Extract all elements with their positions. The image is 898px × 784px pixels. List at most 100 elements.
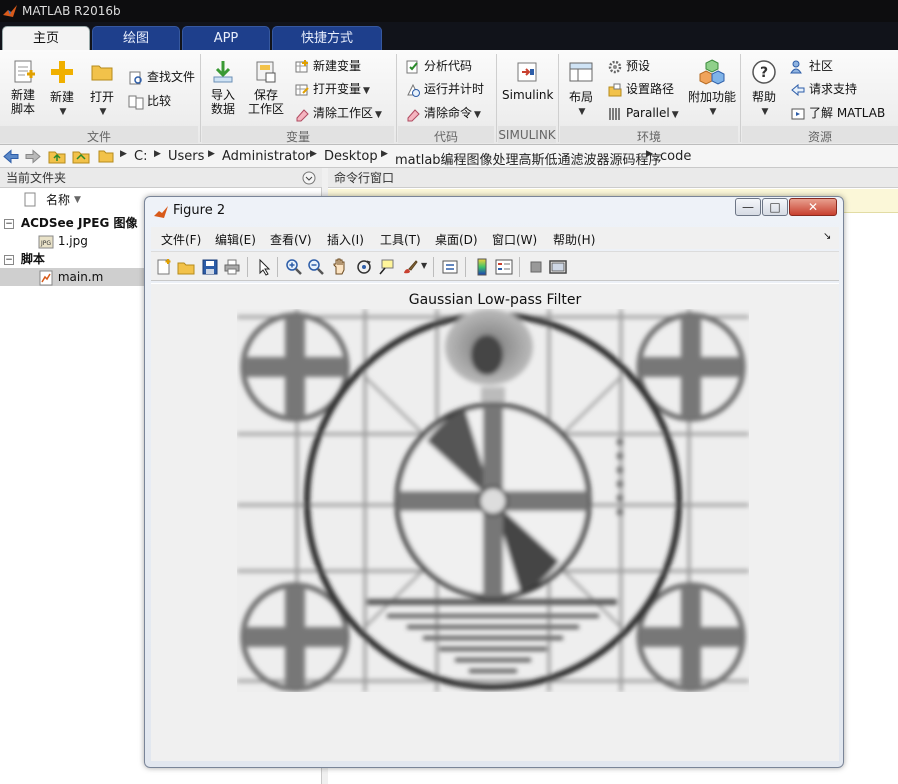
import-data-icon bbox=[213, 61, 233, 83]
tab-apps[interactable]: APP bbox=[182, 26, 270, 50]
community-button[interactable]: 社区 bbox=[790, 56, 833, 76]
forward-arrow-icon[interactable] bbox=[24, 149, 42, 164]
collapse-icon[interactable]: − bbox=[4, 218, 14, 229]
breadcrumb-arrow-icon[interactable]: ▶ bbox=[154, 149, 161, 159]
help-question-icon: ? bbox=[752, 60, 776, 84]
menu-edit[interactable]: 编辑(E) bbox=[215, 231, 256, 248]
window-title: MATLAB R2016b bbox=[22, 4, 121, 18]
print-icon[interactable] bbox=[223, 258, 241, 276]
save-workspace-button[interactable]: 保存 工作区 bbox=[246, 58, 286, 116]
menu-desktop[interactable]: 桌面(D) bbox=[435, 231, 478, 248]
axes-title: Gaussian Low-pass Filter bbox=[408, 292, 582, 308]
new-button[interactable]: 新建 ▼ bbox=[46, 58, 78, 117]
analyze-code-button[interactable]: 分析代码 bbox=[405, 56, 472, 76]
rotate-3d-icon[interactable] bbox=[355, 258, 373, 276]
new-variable-button[interactable]: 新建变量 bbox=[294, 56, 361, 76]
m-file-icon bbox=[39, 270, 53, 285]
breadcrumb-desktop[interactable]: Desktop bbox=[324, 149, 378, 164]
parallel-button[interactable]: Parallel ▼ bbox=[607, 103, 679, 123]
tab-home[interactable]: 主页 bbox=[2, 26, 90, 50]
link-plot-icon[interactable] bbox=[441, 258, 459, 276]
menu-tools[interactable]: 工具(T) bbox=[380, 231, 421, 248]
breadcrumb-arrow-icon[interactable]: ▶ bbox=[120, 149, 127, 159]
breadcrumb-arrow-icon[interactable]: ▶ bbox=[381, 149, 388, 159]
up-folder-icon[interactable] bbox=[48, 148, 66, 164]
tab-plots[interactable]: 绘图 bbox=[92, 26, 180, 50]
parallel-dropdown-icon[interactable]: ▼ bbox=[672, 110, 679, 120]
hide-plot-tools-icon[interactable] bbox=[527, 258, 545, 276]
help-dropdown-icon[interactable]: ▼ bbox=[750, 107, 780, 117]
brush-dropdown-icon[interactable]: ▼ bbox=[421, 261, 427, 270]
clear-commands-dropdown-icon[interactable]: ▼ bbox=[474, 110, 481, 120]
breadcrumb-users[interactable]: Users bbox=[168, 149, 204, 164]
data-cursor-icon[interactable] bbox=[377, 258, 395, 276]
close-button[interactable]: ✕ bbox=[789, 198, 837, 216]
breadcrumb-c[interactable]: C: bbox=[134, 149, 147, 164]
group-scripts[interactable]: − 脚本 bbox=[4, 250, 45, 268]
back-arrow-icon[interactable] bbox=[2, 149, 20, 164]
compare-button[interactable]: 比较 bbox=[128, 91, 171, 111]
zoom-in-icon[interactable] bbox=[285, 258, 303, 276]
menu-window[interactable]: 窗口(W) bbox=[492, 231, 537, 248]
menu-dock-arrow-icon[interactable]: ↘ bbox=[823, 231, 831, 242]
new-script-button[interactable]: 新建 脚本 bbox=[6, 58, 40, 116]
insert-legend-icon[interactable] bbox=[495, 258, 513, 276]
collapse-icon[interactable]: − bbox=[4, 254, 14, 265]
clear-workspace-dropdown-icon[interactable]: ▼ bbox=[375, 110, 382, 120]
open-file-icon[interactable] bbox=[177, 258, 195, 276]
breadcrumb-administrator[interactable]: Administrator bbox=[222, 149, 311, 164]
tab-shortcuts[interactable]: 快捷方式 bbox=[272, 26, 382, 50]
learn-matlab-button[interactable]: 了解 MATLAB bbox=[790, 103, 885, 123]
preferences-button[interactable]: 预设 bbox=[607, 56, 650, 76]
import-data-button[interactable]: 导入 数据 bbox=[206, 58, 240, 116]
find-files-button[interactable]: 查找文件 bbox=[128, 67, 195, 87]
command-window-title: 命令行窗口 bbox=[334, 171, 395, 185]
maximize-button[interactable]: □ bbox=[762, 198, 788, 216]
minimize-button[interactable]: — bbox=[735, 198, 761, 216]
file-item-mainm[interactable]: main.m bbox=[0, 268, 150, 286]
breadcrumb-code[interactable]: code bbox=[660, 149, 691, 164]
file-item-1jpg[interactable]: JPG 1.jpg bbox=[38, 232, 88, 250]
set-path-button[interactable]: 设置路径 bbox=[607, 79, 674, 99]
zoom-out-icon[interactable] bbox=[307, 258, 325, 276]
new-variable-label: 新建变量 bbox=[313, 59, 362, 73]
breadcrumb-arrow-icon[interactable]: ▶ bbox=[208, 149, 215, 159]
edit-plot-pointer-icon[interactable] bbox=[255, 258, 273, 276]
show-plot-tools-icon[interactable] bbox=[549, 258, 567, 276]
figure-canvas[interactable]: Gaussian Low-pass Filter bbox=[151, 283, 839, 761]
open-variable-dropdown-icon[interactable]: ▼ bbox=[363, 86, 370, 96]
open-button[interactable]: 打开 ▼ bbox=[86, 58, 118, 117]
group-jpeg-images[interactable]: − ACDSee JPEG 图像 bbox=[4, 214, 137, 232]
request-support-button[interactable]: 请求支持 bbox=[790, 79, 857, 99]
browse-folder-icon[interactable] bbox=[72, 148, 90, 164]
clear-commands-button[interactable]: 清除命令 ▼ bbox=[405, 103, 481, 123]
addons-dropdown-icon[interactable]: ▼ bbox=[690, 107, 736, 117]
open-variable-button[interactable]: 打开变量 ▼ bbox=[294, 79, 370, 99]
breadcrumb-arrow-icon[interactable]: ▶ bbox=[310, 149, 317, 159]
open-dropdown-icon[interactable]: ▼ bbox=[88, 107, 118, 117]
clear-workspace-button[interactable]: 清除工作区 ▼ bbox=[294, 103, 382, 123]
menu-help[interactable]: 帮助(H) bbox=[553, 231, 595, 248]
new-dropdown-icon[interactable]: ▼ bbox=[48, 107, 78, 117]
help-button[interactable]: ? 帮助 ▼ bbox=[748, 58, 780, 117]
insert-colorbar-icon[interactable] bbox=[473, 258, 491, 276]
new-figure-icon[interactable] bbox=[155, 258, 173, 276]
menu-view[interactable]: 查看(V) bbox=[270, 231, 312, 248]
pan-hand-icon[interactable] bbox=[331, 258, 349, 276]
layout-dropdown-icon[interactable]: ▼ bbox=[568, 107, 596, 117]
figure-menu-bar: 文件(F) 编辑(E) 查看(V) 插入(I) 工具(T) 桌面(D) 窗口(W… bbox=[151, 227, 839, 249]
addons-button[interactable]: 附加功能 ▼ bbox=[688, 58, 736, 117]
simulink-label: Simulink bbox=[502, 88, 554, 102]
layout-button[interactable]: 布局 ▼ bbox=[566, 58, 596, 117]
breadcrumb-arrow-icon[interactable]: ▶ bbox=[646, 149, 653, 159]
breadcrumb-project-folder[interactable]: matlab编程图像处理高斯低通滤波器源码程序 bbox=[395, 149, 662, 168]
run-and-time-button[interactable]: 运行并计时 bbox=[405, 79, 484, 99]
folder-icon bbox=[98, 150, 114, 163]
save-icon[interactable] bbox=[201, 258, 219, 276]
brush-icon[interactable] bbox=[401, 258, 419, 276]
figure-title: Figure 2 bbox=[173, 203, 226, 218]
menu-file[interactable]: 文件(F) bbox=[161, 231, 201, 248]
menu-insert[interactable]: 插入(I) bbox=[327, 231, 364, 248]
panel-actions-icon[interactable] bbox=[302, 171, 316, 185]
simulink-button[interactable]: Simulink bbox=[502, 58, 554, 102]
